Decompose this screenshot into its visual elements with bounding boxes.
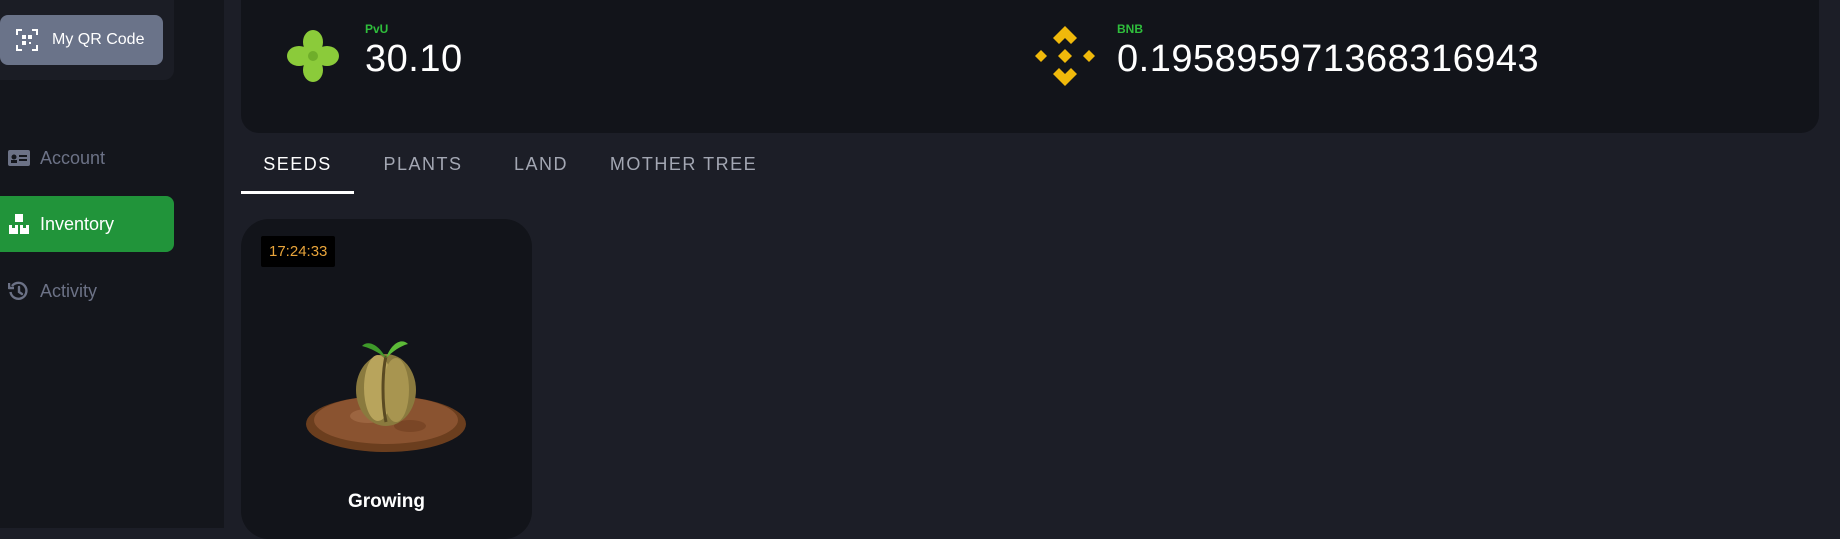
id-card-icon — [8, 147, 30, 169]
sidebar: My QR Code Account Inventory Activity — [0, 0, 224, 528]
qr-code-icon — [16, 29, 38, 51]
pvu-balance: PvU 30.10 — [279, 18, 463, 90]
seed-status: Growing — [347, 491, 426, 512]
binance-icon — [1031, 22, 1099, 90]
sidebar-item-label: Account — [40, 147, 106, 168]
token-name: PvU — [365, 22, 389, 36]
boxes-icon — [8, 213, 30, 235]
my-qr-code-label: My QR Code — [52, 31, 145, 48]
qr-panel: My QR Code — [0, 0, 174, 80]
sprouting-seed-image — [298, 324, 473, 464]
bnb-balance: BNB 0.195895971368316943 — [1031, 18, 1539, 90]
tab-land[interactable]: LAND — [492, 140, 590, 194]
growth-timer: 17:24:33 — [261, 236, 336, 267]
my-qr-code-button[interactable]: My QR Code — [0, 15, 163, 65]
token-amount: 30.10 — [365, 38, 463, 80]
tab-plants[interactable]: PLANTS — [354, 140, 492, 194]
token-name: BNB — [1117, 22, 1143, 36]
sidebar-item-activity[interactable]: Activity — [0, 263, 174, 319]
sidebar-item-label: Activity — [40, 280, 98, 301]
seed-card[interactable]: 17:24:33 Growing — [241, 219, 532, 539]
sidebar-item-inventory[interactable]: Inventory — [0, 196, 174, 252]
history-icon — [7, 280, 30, 302]
balance-panel: PvU 30.10 BNB 0.195895971368316943 — [241, 0, 1819, 133]
tab-seeds[interactable]: SEEDS — [241, 140, 354, 194]
sidebar-item-account[interactable]: Account — [0, 130, 174, 186]
tab-mother-tree[interactable]: MOTHER TREE — [590, 140, 777, 194]
sidebar-item-label: Inventory — [40, 213, 115, 234]
clover-icon — [279, 22, 347, 90]
inventory-tabs: SEEDS PLANTS LAND MOTHER TREE — [241, 140, 777, 194]
token-amount: 0.195895971368316943 — [1117, 38, 1540, 80]
